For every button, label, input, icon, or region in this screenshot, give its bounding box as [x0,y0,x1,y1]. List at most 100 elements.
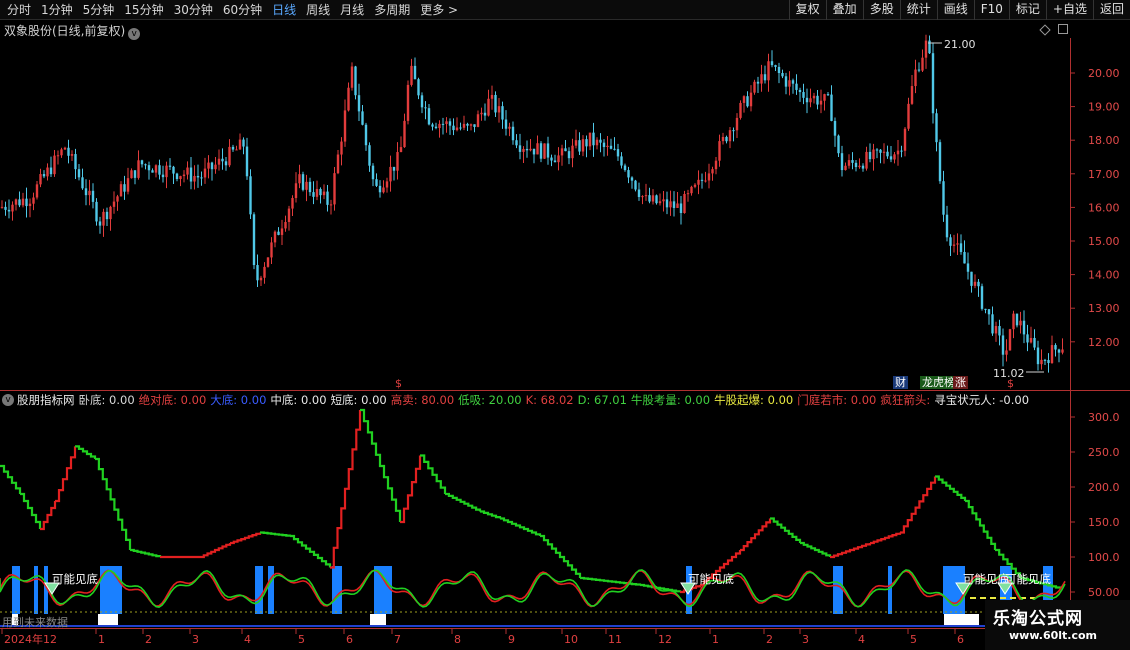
candle-body [539,143,543,159]
window-icon[interactable] [1058,24,1068,34]
period-tab-1[interactable]: 1分钟 [36,0,78,20]
period-tab-0[interactable]: 分时 [2,0,36,20]
signal-bar-5 [268,566,274,614]
price-label-3: 17.00 [1088,168,1120,181]
candle-body [42,174,46,177]
toolbar-button-4[interactable]: 画线 [936,0,974,20]
candle-body [816,95,819,105]
candle-body [203,168,207,178]
candle-body [606,145,609,148]
toolbar-buttons: 复权 叠加 多股 统计 画线 F10 标记 +自选 返回 [788,0,1130,20]
period-tab-6[interactable]: 日线 [267,0,301,20]
period-tab-5[interactable]: 60分钟 [218,0,267,20]
chevron-down-icon[interactable]: v [128,28,141,40]
candle-body [137,160,140,178]
badge-dragon-tiger[interactable]: 龙虎榜 [920,376,957,389]
chart-canvas: 20.00 19.00 18.00 17.00 16.00 15.00 14.00 13.00… [0,34,1130,646]
toolbar-button-3[interactable]: 统计 [899,0,937,20]
toolbar-button-1[interactable]: 叠加 [825,0,863,20]
candle-body [578,140,581,152]
candle-body [245,146,249,177]
indicator-bars [0,566,1053,627]
period-tab-9[interactable]: 多周期 [369,0,415,20]
candle-body [158,165,161,175]
badge-limit-up[interactable]: 涨 [953,376,968,389]
indicator-field-13: 寻宝状元人: -0.00 [934,393,1030,407]
signal-bar-0 [12,566,20,614]
candle-body [11,204,14,212]
candle-body [123,184,126,192]
badge-finance[interactable]: 财 [893,376,908,389]
candle-body [893,154,896,160]
candle-body [641,196,644,198]
indicator-field-0: 卧底: 0.00 [78,393,135,407]
candle-body [970,271,973,286]
candle-body [193,175,196,182]
toolbar-button-8[interactable]: 返回 [1092,0,1130,20]
candle-body [903,128,907,151]
main-chart-title[interactable]: 双象股份(日线,前复权) v [4,22,141,40]
toolbar-button-5[interactable]: F10 [973,0,1009,20]
candle-body [18,199,21,206]
candle-body [991,314,994,334]
candle-body [438,123,441,129]
period-tab-8[interactable]: 月线 [335,0,369,20]
candle-body [497,106,501,113]
candle-body [879,149,882,153]
candle-body [266,257,270,267]
candle-body [557,155,560,163]
candle-body [592,132,595,146]
signal-bar-9 [833,566,843,614]
candle-body [420,95,424,108]
candle-body [60,149,63,156]
period-tab-3[interactable]: 15分钟 [119,0,168,20]
candle-body [812,95,816,99]
candle-body [448,121,452,126]
candle-body [413,65,417,80]
candle-body [95,201,98,222]
toolbar-button-7[interactable]: +自选 [1045,0,1093,20]
candle-body [921,57,924,71]
toolbar-button-6[interactable]: 标记 [1008,0,1046,20]
candle-body [665,199,669,208]
period-tab-10[interactable]: 更多 > [415,0,463,20]
candle-body [714,160,718,170]
candle-body [963,251,966,264]
candle-body [144,164,147,166]
candle-body [676,203,679,208]
candle-body [662,199,665,202]
candle-body [305,181,308,190]
signal-bar-1 [34,566,38,614]
toolbar-button-2[interactable]: 多股 [862,0,900,20]
candle-body [291,198,294,209]
candle-body [966,263,970,272]
candle-body [1057,349,1061,353]
indicator-field-7: K: 68.02 [525,393,574,407]
candle-body [483,112,487,116]
candle-body [711,169,714,174]
candle-body [147,165,151,171]
period-tab-4[interactable]: 30分钟 [169,0,218,20]
candle-body [742,96,746,103]
candle-body [469,124,473,126]
candle-body [228,146,231,166]
indicator-field-9: 牛股考量: 0.00 [630,393,711,407]
candle-body [760,74,763,84]
candle-body [301,174,305,190]
toolbar-button-0[interactable]: 复权 [788,0,826,20]
period-tab-2[interactable]: 5分钟 [78,0,120,20]
candle-body [833,120,837,136]
candle-body [21,198,25,206]
candle-body [532,148,536,155]
candle-body [1061,349,1064,353]
chevron-down-icon[interactable]: v [2,394,14,406]
period-tab-7[interactable]: 周线 [301,0,335,20]
trend-line-segment [20,492,42,529]
trend-line-segment [55,446,77,503]
ind-label-1: 250.0 [1088,446,1120,459]
candle-body [907,103,910,129]
candle-body [952,244,956,246]
candle-body [4,206,7,210]
candle-body [336,154,340,174]
candle-body [112,201,116,207]
